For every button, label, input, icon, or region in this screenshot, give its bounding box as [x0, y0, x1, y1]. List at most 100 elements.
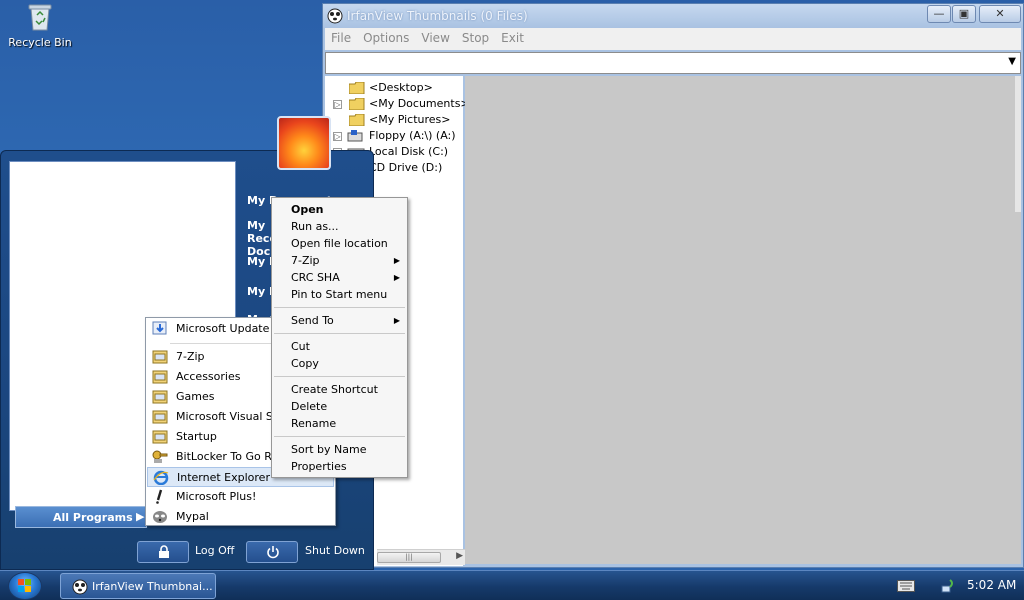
submenu-arrow-icon: ▶	[393, 316, 400, 325]
expand-icon[interactable]: ▷	[333, 100, 342, 109]
shut-down-button[interactable]	[246, 541, 298, 563]
program-group-icon	[152, 409, 168, 424]
context-item-open[interactable]: Open	[291, 203, 324, 216]
update-icon	[152, 321, 168, 336]
path-combobox[interactable]: ▼	[325, 52, 1021, 74]
program-group-icon	[152, 429, 168, 444]
all-programs-label: All Programs	[53, 511, 133, 524]
program-label: Accessories	[176, 370, 241, 383]
window-title: IrfanView Thumbnails (0 Files)	[347, 9, 528, 23]
recycle-bin-label: Recycle Bin	[8, 36, 72, 49]
menu-separator	[274, 333, 405, 334]
internet-explorer-icon	[153, 470, 169, 486]
program-label: BitLocker To Go Re	[176, 450, 279, 463]
menu-stop[interactable]: Stop	[456, 28, 495, 48]
irfanview-icon	[327, 8, 343, 24]
shut-down-label[interactable]: Shut Down	[305, 544, 365, 557]
context-item-crc-sha[interactable]: CRC SHA	[291, 271, 340, 284]
title-bar[interactable]: IrfanView Thumbnails (0 Files) — ▣ ✕	[323, 4, 1023, 28]
maximize-button[interactable]: ▣	[952, 5, 976, 23]
program-label: Microsoft Update	[176, 322, 270, 335]
context-item-7zip[interactable]: 7-Zip	[291, 254, 320, 267]
log-off-label[interactable]: Log Off	[195, 544, 234, 557]
irfanview-window: IrfanView Thumbnails (0 Files) — ▣ ✕ Fil…	[322, 3, 1024, 568]
context-item-send-to[interactable]: Send To	[291, 314, 334, 327]
folder-icon	[348, 113, 365, 127]
bitlocker-icon	[152, 449, 168, 464]
folder-icon	[348, 81, 365, 95]
tree-item-desktop[interactable]: <Desktop>	[325, 80, 463, 96]
context-item-rename[interactable]: Rename	[291, 417, 336, 430]
submenu-arrow-icon: ▶	[393, 273, 400, 282]
menu-separator	[274, 376, 405, 377]
program-item-mypal[interactable]: Mypal	[147, 507, 334, 527]
tree-item-label: <My Pictures>	[369, 113, 451, 126]
minimize-button[interactable]: —	[927, 5, 951, 23]
context-item-delete[interactable]: Delete	[291, 400, 327, 413]
taskbar-button-label: IrfanView Thumbnai...	[92, 580, 213, 593]
program-group-icon	[152, 369, 168, 384]
minimize-icon: —	[933, 7, 945, 20]
irfanview-icon	[72, 579, 88, 595]
menu-exit[interactable]: Exit	[495, 28, 530, 48]
program-label: 7-Zip	[176, 350, 205, 363]
program-item-microsoft-plus[interactable]: Microsoft Plus!	[147, 487, 334, 507]
menu-separator	[274, 436, 405, 437]
tree-item-my-pictures[interactable]: <My Pictures>	[325, 112, 463, 128]
clock: 5:02 AM	[967, 578, 1017, 592]
program-label: Microsoft Visual St	[176, 410, 278, 423]
menu-file[interactable]: File	[325, 28, 357, 48]
recycle-bin-icon	[27, 2, 53, 32]
close-icon: ✕	[995, 7, 1005, 20]
desktop-icon-recycle-bin[interactable]: Recycle Bin	[6, 2, 74, 49]
submenu-arrow-icon: ▶	[393, 256, 400, 265]
tree-item-label: Floppy (A:\) (A:)	[369, 129, 456, 142]
menu-view[interactable]: View	[415, 28, 455, 48]
all-programs-button[interactable]: All Programs ▶	[15, 506, 147, 528]
program-label: Internet Explorer	[177, 471, 270, 484]
program-label: Startup	[176, 430, 217, 443]
program-group-icon	[152, 349, 168, 364]
scroll-thumb[interactable]: |||	[377, 552, 441, 563]
context-item-run-as[interactable]: Run as...	[291, 220, 339, 233]
vertical-scrollbar[interactable]	[1015, 76, 1021, 212]
close-button[interactable]: ✕	[979, 5, 1021, 23]
user-picture-avatar[interactable]	[277, 116, 331, 170]
context-item-copy[interactable]: Copy	[291, 357, 319, 370]
mypal-icon	[152, 509, 168, 524]
microsoft-plus-icon	[152, 489, 168, 504]
windows-flag-icon	[18, 579, 32, 593]
context-item-pin-to-start[interactable]: Pin to Start menu	[291, 288, 387, 301]
context-item-create-shortcut[interactable]: Create Shortcut	[291, 383, 378, 396]
maximize-icon: ▣	[958, 7, 970, 20]
log-off-button[interactable]	[137, 541, 189, 563]
chevron-right-icon: ▶	[136, 510, 145, 523]
taskbar: IrfanView Thumbnai... 5:02 AM	[0, 570, 1024, 600]
context-item-open-file-location[interactable]: Open file location	[291, 237, 388, 250]
power-icon	[266, 545, 280, 559]
context-item-properties[interactable]: Properties	[291, 460, 347, 473]
start-button[interactable]	[8, 572, 42, 600]
tree-item-label: Local Disk (C:)	[369, 145, 449, 158]
scroll-right-arrow-icon[interactable]: ▶	[456, 551, 463, 561]
tree-horizontal-scrollbar[interactable]: ||| ▶	[377, 549, 465, 565]
start-link-my-recent-documents[interactable]: My Recent Documents	[247, 219, 271, 258]
lock-icon	[157, 545, 171, 559]
folder-icon	[348, 97, 365, 111]
tree-item-label: CD Drive (D:)	[369, 161, 443, 174]
keyboard-icon[interactable]	[897, 580, 915, 592]
tree-item-my-documents[interactable]: ▷ <My Documents>	[325, 96, 470, 112]
network-icon[interactable]	[940, 577, 958, 595]
expand-icon[interactable]: ▷	[333, 132, 342, 141]
taskbar-button-irfanview[interactable]: IrfanView Thumbnai...	[60, 573, 216, 599]
dropdown-arrow-icon[interactable]: ▼	[1008, 56, 1016, 67]
context-item-cut[interactable]: Cut	[291, 340, 310, 353]
tree-item-floppy[interactable]: ▷ Floppy (A:\) (A:)	[325, 128, 463, 144]
program-label: Games	[176, 390, 215, 403]
thumbnail-pane[interactable]	[465, 76, 1021, 564]
tree-item-label: <Desktop>	[369, 81, 433, 94]
program-group-icon	[152, 389, 168, 404]
tree-item-label: <My Documents>	[369, 97, 470, 110]
menu-options[interactable]: Options	[357, 28, 415, 48]
context-item-sort-by-name[interactable]: Sort by Name	[291, 443, 367, 456]
